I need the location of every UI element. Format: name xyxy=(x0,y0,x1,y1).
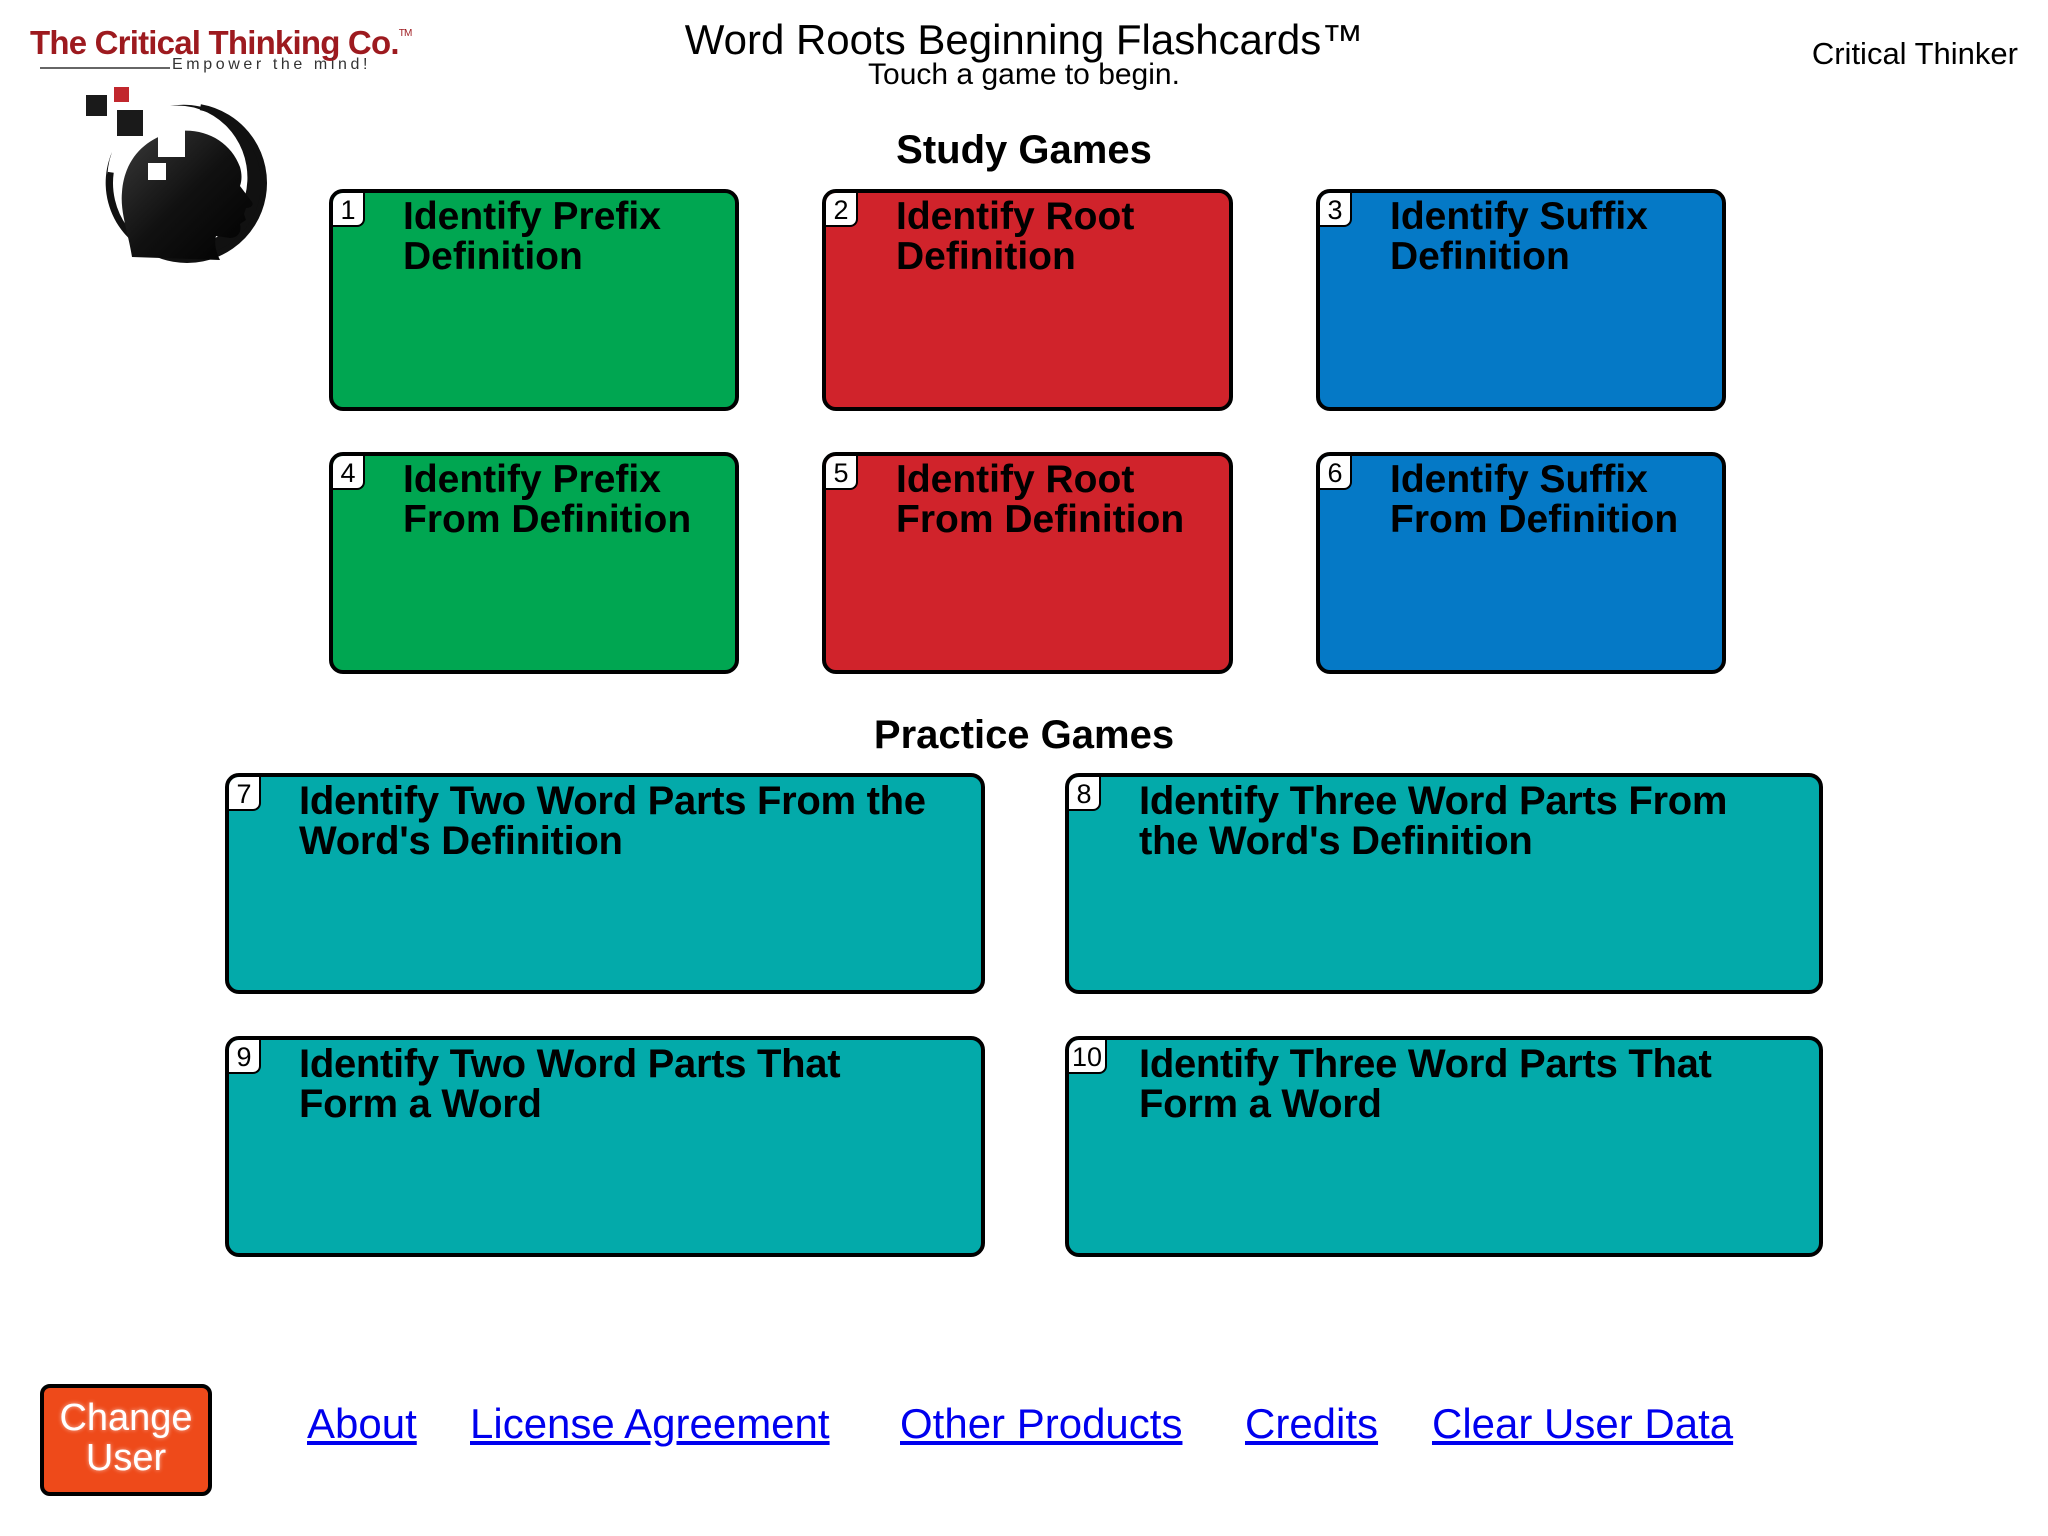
game-card-2[interactable]: 2 Identify Root Definition xyxy=(822,189,1233,411)
game-card-8[interactable]: 8 Identify Three Word Parts From the Wor… xyxy=(1065,773,1823,994)
game-number-badge: 4 xyxy=(333,456,365,490)
game-number-badge: 3 xyxy=(1320,193,1352,227)
game-label: Identify Prefix Definition xyxy=(403,195,661,278)
game-card-1[interactable]: 1 Identify Prefix Definition xyxy=(329,189,739,411)
game-card-5[interactable]: 5 Identify Root From Definition xyxy=(822,452,1233,674)
game-number-badge: 2 xyxy=(826,193,858,227)
other-products-link[interactable]: Other Products xyxy=(900,1398,1182,1450)
game-label: Identify Suffix From Definition xyxy=(1390,458,1679,541)
current-user-name: Critical Thinker xyxy=(1811,36,2018,71)
about-link[interactable]: About xyxy=(307,1398,417,1450)
game-label: Identify Root From Definition xyxy=(896,458,1185,541)
game-label: Identify Two Word Parts That Form a Word xyxy=(299,1042,841,1126)
game-card-10[interactable]: 10 Identify Three Word Parts That Form a… xyxy=(1065,1036,1823,1257)
app-title: Word Roots Beginning Flashcards™ xyxy=(684,16,1364,63)
game-number-badge: 1 xyxy=(333,193,365,227)
game-label: Identify Two Word Parts From the Word's … xyxy=(299,779,926,863)
game-label: Identify Root Definition xyxy=(896,195,1135,278)
game-card-4[interactable]: 4 Identify Prefix From Definition xyxy=(329,452,739,674)
game-card-9[interactable]: 9 Identify Two Word Parts That Form a Wo… xyxy=(225,1036,985,1257)
game-number-badge: 8 xyxy=(1069,777,1101,811)
change-user-button[interactable]: Change User xyxy=(40,1384,212,1496)
practice-games-heading: Practice Games xyxy=(873,713,1175,757)
study-games-heading: Study Games xyxy=(896,128,1152,172)
game-number-badge: 6 xyxy=(1320,456,1352,490)
game-number-badge: 5 xyxy=(826,456,858,490)
license-agreement-link[interactable]: License Agreement xyxy=(470,1398,830,1450)
game-label: Identify Suffix Definition xyxy=(1390,195,1648,278)
game-label: Identify Prefix From Definition xyxy=(403,458,692,541)
game-label: Identify Three Word Parts That Form a Wo… xyxy=(1139,1042,1712,1126)
game-card-7[interactable]: 7 Identify Two Word Parts From the Word'… xyxy=(225,773,985,994)
credits-link[interactable]: Credits xyxy=(1245,1398,1378,1450)
game-label: Identify Three Word Parts From the Word'… xyxy=(1139,779,1728,863)
game-number-badge: 9 xyxy=(229,1040,261,1074)
thinking-head-logo-icon xyxy=(86,87,267,263)
game-card-6[interactable]: 6 Identify Suffix From Definition xyxy=(1316,452,1726,674)
game-card-3[interactable]: 3 Identify Suffix Definition xyxy=(1316,189,1726,411)
app-subtitle: Touch a game to begin. xyxy=(868,58,1180,91)
clear-user-data-link[interactable]: Clear User Data xyxy=(1432,1398,1733,1450)
game-number-badge: 10 xyxy=(1069,1040,1107,1074)
game-number-badge: 7 xyxy=(229,777,261,811)
